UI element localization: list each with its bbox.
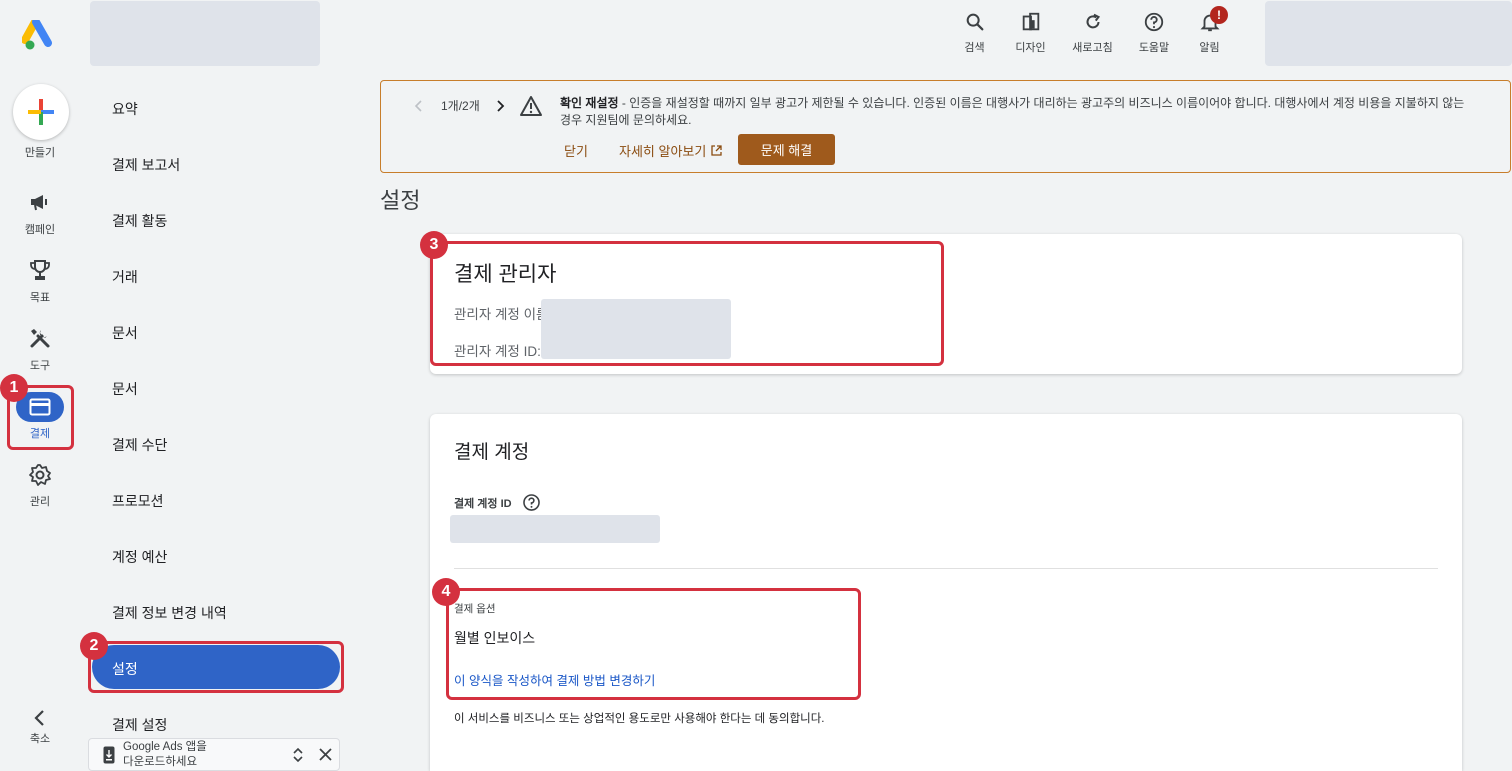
design-button[interactable]: 디자인 [1004, 8, 1057, 55]
account-switcher[interactable] [90, 1, 320, 66]
subnav-transactions[interactable]: 거래 [112, 267, 138, 287]
fix-issue-button[interactable]: 문제 해결 [738, 134, 835, 165]
design-label: 디자인 [1015, 42, 1046, 54]
section-divider [454, 568, 1438, 569]
subnav-payment-methods[interactable]: 결제 수단 [112, 435, 167, 455]
chevron-left-icon[interactable] [411, 98, 427, 114]
business-use-consent: 이 서비스를 비즈니스 또는 상업적인 용도로만 사용해야 한다는 데 동의합니… [454, 713, 825, 725]
subnav-billing-activity[interactable]: 결제 활동 [112, 211, 167, 231]
goals-label[interactable]: 목표 [0, 289, 80, 305]
expand-icon[interactable] [292, 747, 304, 763]
billing-account-id-label: 결제 계정 ID [454, 493, 541, 512]
download-app-bar[interactable]: Google Ads 앱을 다운로드하세요 [88, 738, 340, 771]
annotation-badge-1: 1 [0, 374, 28, 402]
help-icon[interactable] [522, 493, 541, 512]
subnav-documents-2[interactable]: 문서 [112, 379, 138, 399]
search-icon [966, 13, 983, 31]
help-icon [1144, 12, 1164, 32]
tools-icon[interactable] [28, 326, 52, 350]
megaphone-icon[interactable] [28, 190, 52, 214]
banner-learn-more-link[interactable]: 자세히 알아보기 [619, 141, 722, 160]
campaign-label[interactable]: 캠페인 [0, 221, 80, 237]
close-icon[interactable] [319, 748, 332, 761]
top-actions: 검색 디자인 새로고침 도움말 알림 ! [945, 6, 1239, 55]
banner-pager: 1개/2개 [411, 97, 508, 114]
banner-text: - 인증을 재설정할 때까지 일부 광고가 제한될 수 있습니다. 인증된 이름… [560, 96, 1465, 127]
google-ads-logo [22, 20, 52, 50]
plus-icon [28, 99, 54, 125]
refresh-label: 새로고침 [1072, 42, 1113, 54]
verification-alert-banner: 1개/2개 확인 재설정 - 인증을 재설정할 때까지 일부 광고가 제한될 수… [380, 80, 1511, 173]
subnav-documents[interactable]: 문서 [112, 323, 138, 343]
subnav-promotions[interactable]: 프로모션 [112, 491, 164, 511]
download-line1: Google Ads 앱을 [123, 740, 207, 753]
subnav-summary[interactable]: 요약 [112, 99, 138, 119]
create-button[interactable] [13, 84, 69, 140]
notification-badge: ! [1210, 6, 1228, 24]
warning-icon [520, 96, 542, 116]
gear-icon[interactable] [28, 463, 52, 487]
billing-account-id-text: 결제 계정 ID [454, 497, 512, 510]
help-label: 도움말 [1138, 42, 1170, 54]
highlight-box-2 [88, 641, 344, 693]
search-button[interactable]: 검색 [945, 8, 1004, 55]
banner-message: 확인 재설정 - 인증을 재설정할 때까지 일부 광고가 제한될 수 있습니다.… [560, 95, 1470, 129]
learn-more-label: 자세히 알아보기 [619, 144, 707, 159]
subnav-account-budget[interactable]: 계정 예산 [112, 547, 167, 567]
banner-heading: 확인 재설정 [560, 96, 619, 110]
highlight-box-4 [446, 588, 861, 700]
subnav-billing-history[interactable]: 결제 정보 변경 내역 [112, 603, 227, 623]
refresh-button[interactable]: 새로고침 [1057, 8, 1128, 55]
tools-label[interactable]: 도구 [0, 357, 80, 373]
notifications-label: 알림 [1199, 42, 1220, 54]
create-label: 만들기 [24, 147, 56, 159]
refresh-icon [1086, 13, 1100, 29]
phone-download-icon [103, 746, 115, 763]
billing-account-id-redacted [450, 515, 660, 543]
banner-close-link[interactable]: 닫기 [564, 141, 588, 160]
annotation-badge-2: 2 [80, 632, 108, 660]
chevron-right-icon[interactable] [492, 98, 508, 114]
help-button[interactable]: 도움말 [1128, 8, 1180, 55]
billing-account-title: 결제 계정 [454, 442, 530, 463]
trophy-icon[interactable] [28, 258, 52, 282]
highlight-box-3 [430, 241, 944, 366]
open-in-new-icon [711, 145, 722, 156]
page-title: 설정 [380, 188, 421, 213]
admin-label[interactable]: 관리 [0, 493, 80, 509]
download-line2: 다운로드하세요 [123, 755, 198, 768]
profile-area[interactable] [1265, 1, 1512, 66]
annotation-badge-4: 4 [432, 578, 460, 606]
notifications-button[interactable]: 알림 ! [1180, 6, 1239, 55]
collapse-label[interactable]: 축소 [0, 730, 80, 746]
design-icon [1022, 12, 1039, 31]
search-label: 검색 [964, 42, 985, 54]
subnav-billing-setup[interactable]: 결제 설정 [112, 715, 167, 735]
banner-pager-count: 1개/2개 [441, 99, 480, 113]
chevron-left-icon[interactable] [28, 706, 52, 730]
subnav-billing-reports[interactable]: 결제 보고서 [112, 155, 180, 175]
annotation-badge-3: 3 [420, 231, 448, 259]
